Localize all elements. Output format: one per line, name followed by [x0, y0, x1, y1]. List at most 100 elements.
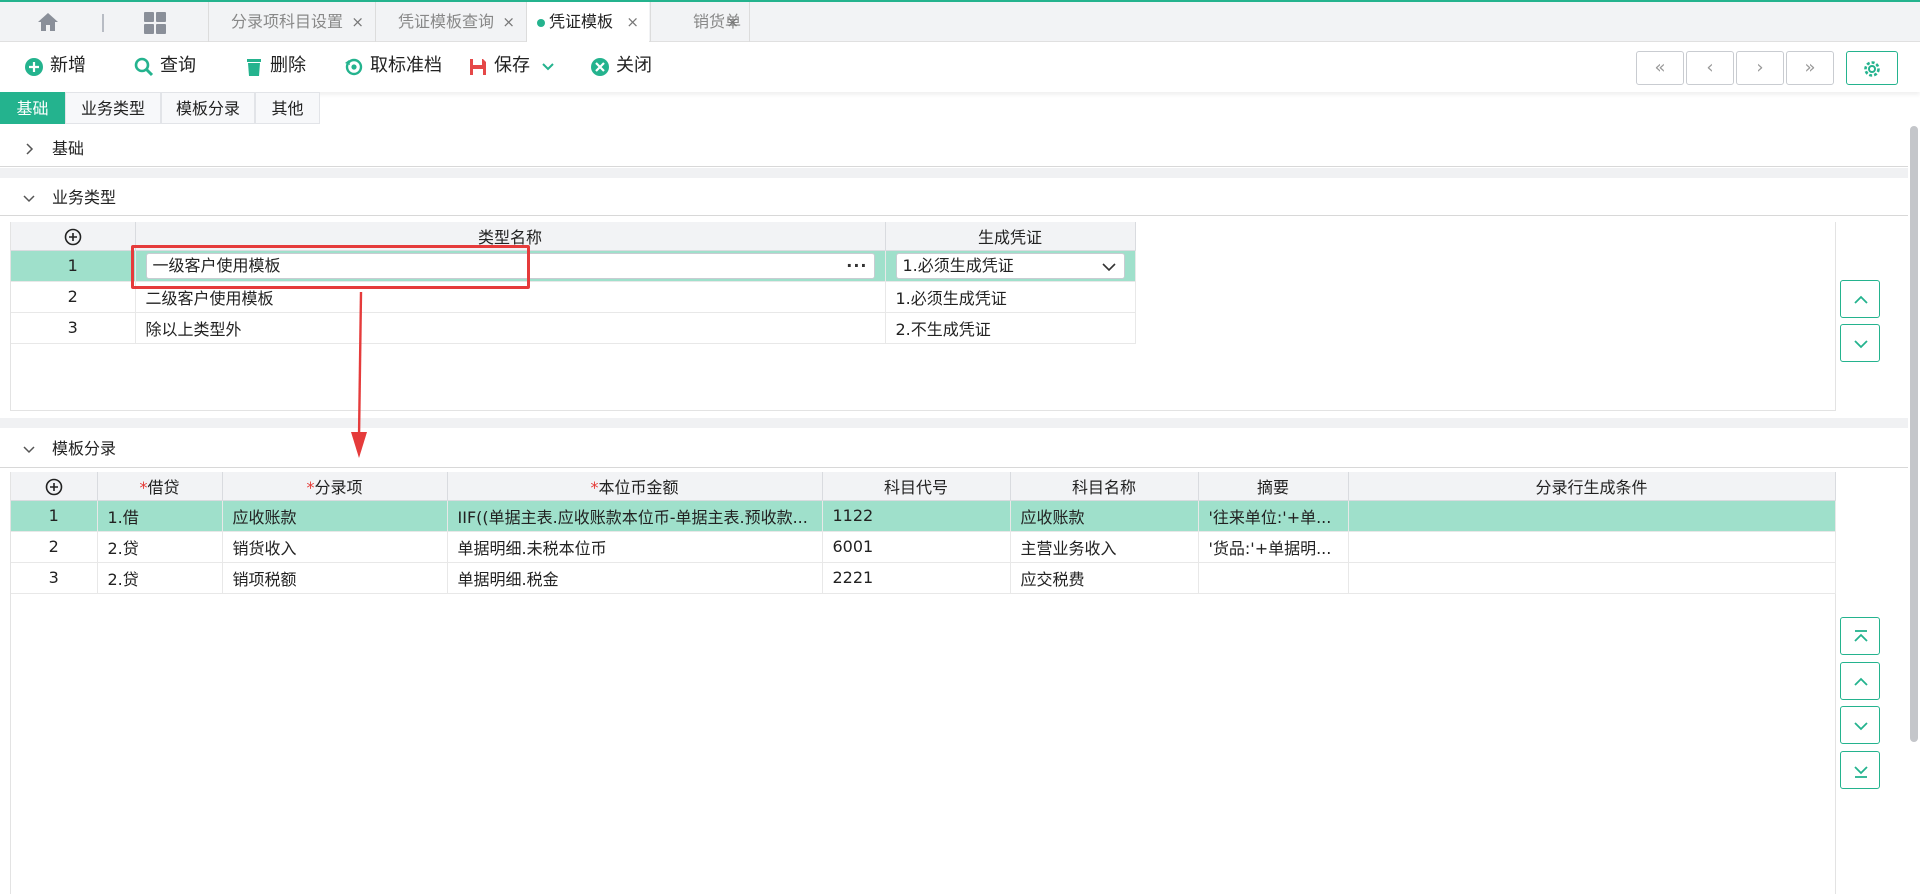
table-row[interactable]: 2 2.贷 销货收入 单据明细.未税本位币 6001 主营业务收入 '货品:'+… [11, 531, 1836, 563]
move-up-button[interactable] [1840, 280, 1880, 318]
close-icon[interactable]: × [726, 2, 739, 42]
move-down-button[interactable] [1840, 324, 1880, 362]
move-up-button[interactable] [1840, 662, 1880, 700]
table-row[interactable]: 3 2.贷 销项税额 单据明细.税金 2221 应交税费 [11, 562, 1836, 594]
chevron-up-icon [1854, 677, 1868, 686]
row-number: 2 [11, 281, 136, 313]
close-circle-icon [591, 58, 609, 76]
column-header-debit-credit[interactable]: *借贷 [97, 472, 223, 501]
query-label: 查询 [160, 55, 196, 76]
chevron-down-icon[interactable] [541, 61, 555, 73]
add-row-icon [64, 228, 82, 245]
amount-cell[interactable]: 单据明细.未税本位币 [447, 531, 823, 563]
entry-item-cell[interactable]: 销货收入 [222, 531, 448, 563]
table-row[interactable]: 1 1.借 应收账款 IIF((单据主表.应收账款本位币-单据主表.预收款...… [11, 500, 1836, 532]
more-options-icon[interactable]: ··· [846, 254, 867, 278]
account-name-cell[interactable]: 主营业务收入 [1010, 531, 1199, 563]
home-icon[interactable] [36, 10, 64, 36]
search-icon [134, 57, 154, 77]
amount-cell[interactable]: IIF((单据主表.应收账款本位币-单据主表.预收款... [447, 500, 823, 532]
generate-voucher-cell[interactable]: 1.必须生成凭证 [885, 281, 1136, 313]
summary-cell[interactable]: '往来单位:'+单... [1198, 500, 1349, 532]
summary-cell[interactable]: '货品:'+单据明... [1198, 531, 1349, 563]
annotation-highlight-box [131, 245, 530, 289]
summary-cell[interactable] [1198, 562, 1349, 594]
debit-credit-cell[interactable]: 2.贷 [97, 531, 223, 563]
add-row-icon [45, 478, 63, 495]
debit-credit-cell[interactable]: 2.贷 [97, 562, 223, 594]
tab-label: 分录项科目设置 [231, 12, 344, 31]
record-navigation: « ‹ › » [1636, 51, 1836, 85]
subtab-business-type[interactable]: 业务类型 [65, 92, 161, 124]
tab-voucher-template[interactable]: 凭证模板 × [526, 2, 649, 42]
close-button[interactable]: 关闭 [590, 53, 652, 79]
account-code-cell[interactable]: 2221 [822, 562, 1011, 594]
chevron-up-icon [1854, 295, 1868, 304]
settings-button[interactable] [1846, 51, 1898, 85]
chevron-down-icon[interactable] [1101, 260, 1116, 274]
next-record-button[interactable]: › [1736, 51, 1784, 85]
generate-voucher-cell[interactable]: 2.不生成凭证 [885, 312, 1136, 344]
column-header-summary[interactable]: 摘要 [1198, 472, 1349, 501]
move-top-button[interactable] [1840, 617, 1880, 655]
account-code-cell[interactable]: 1122 [822, 500, 1011, 532]
subtab-other[interactable]: 其他 [255, 92, 320, 124]
column-header-account-code[interactable]: 科目代号 [822, 472, 1011, 501]
scrollbar-thumb[interactable] [1910, 126, 1918, 742]
section-basic-header[interactable]: 基础 [0, 131, 1908, 167]
account-name-cell[interactable]: 应收账款 [1010, 500, 1199, 532]
entry-item-cell[interactable]: 应收账款 [222, 500, 448, 532]
type-name-cell[interactable]: 除以上类型外 [135, 312, 886, 344]
annotation-arrow-icon [351, 292, 367, 458]
subtab-template-entries[interactable]: 模板分录 [161, 92, 255, 124]
entry-item-cell[interactable]: 销项税额 [222, 562, 448, 594]
add-row-header[interactable] [11, 472, 98, 501]
apps-grid-icon[interactable] [142, 10, 168, 36]
condition-cell[interactable] [1348, 531, 1836, 563]
save-button[interactable]: 保存 [468, 53, 530, 79]
page-scrollbar[interactable] [1908, 124, 1920, 894]
account-name-cell[interactable]: 应交税费 [1010, 562, 1199, 594]
column-header-entry-item[interactable]: *分录项 [222, 472, 448, 501]
move-bottom-button[interactable] [1840, 751, 1880, 789]
header-label: 借贷 [147, 477, 180, 497]
delete-button[interactable]: 删除 [244, 53, 306, 79]
condition-cell[interactable] [1348, 500, 1836, 532]
plus-circle-icon [25, 58, 43, 76]
tab-sales-order[interactable]: 销货单 × [650, 2, 750, 42]
section-title: 模板分录 [52, 439, 117, 458]
add-button[interactable]: 新增 [24, 53, 86, 79]
unbenchmark-button[interactable]: 取标准档 [344, 53, 442, 79]
column-header-amount[interactable]: *本位币金额 [447, 472, 823, 501]
row-number: 3 [11, 562, 98, 594]
unbenchmark-label: 取标准档 [370, 55, 442, 76]
table-row[interactable]: 3 除以上类型外 2.不生成凭证 [11, 312, 1136, 344]
close-icon[interactable]: × [351, 2, 364, 42]
toolbar: 新增 查询 删除 取标准档 保存 关闭 « ‹ › » [0, 42, 1920, 92]
move-down-button[interactable] [1840, 706, 1880, 744]
section-template-entries-header[interactable]: 模板分录 [0, 430, 1908, 468]
amount-cell[interactable]: 单据明细.税金 [447, 562, 823, 594]
column-header-generate-voucher[interactable]: 生成凭证 [885, 222, 1136, 251]
account-code-cell[interactable]: 6001 [822, 531, 1011, 563]
section-business-type-header[interactable]: 业务类型 [0, 180, 1908, 216]
close-icon[interactable]: × [626, 2, 639, 42]
last-record-button[interactable]: » [1786, 51, 1834, 85]
column-header-account-name[interactable]: 科目名称 [1010, 472, 1199, 501]
generate-voucher-select[interactable]: 1.必须生成凭证 [895, 252, 1125, 279]
tab-voucher-template-query[interactable]: 凭证模板查询 × [375, 2, 525, 42]
close-icon[interactable]: × [502, 2, 515, 42]
debit-credit-cell[interactable]: 1.借 [97, 500, 223, 532]
subtab-basic[interactable]: 基础 [0, 92, 65, 124]
chevron-down-icon [1854, 722, 1868, 731]
query-button[interactable]: 查询 [134, 53, 196, 79]
first-record-button[interactable]: « [1636, 51, 1684, 85]
prev-record-button[interactable]: ‹ [1686, 51, 1734, 85]
generate-voucher-cell[interactable]: 1.必须生成凭证 [885, 250, 1136, 282]
section-title: 业务类型 [52, 188, 117, 207]
row-number: 3 [11, 312, 136, 344]
tab-entry-account-settings[interactable]: 分录项科目设置 × [208, 2, 374, 42]
condition-cell[interactable] [1348, 562, 1836, 594]
add-row-header[interactable] [11, 222, 136, 251]
column-header-condition[interactable]: 分录行生成条件 [1348, 472, 1836, 501]
